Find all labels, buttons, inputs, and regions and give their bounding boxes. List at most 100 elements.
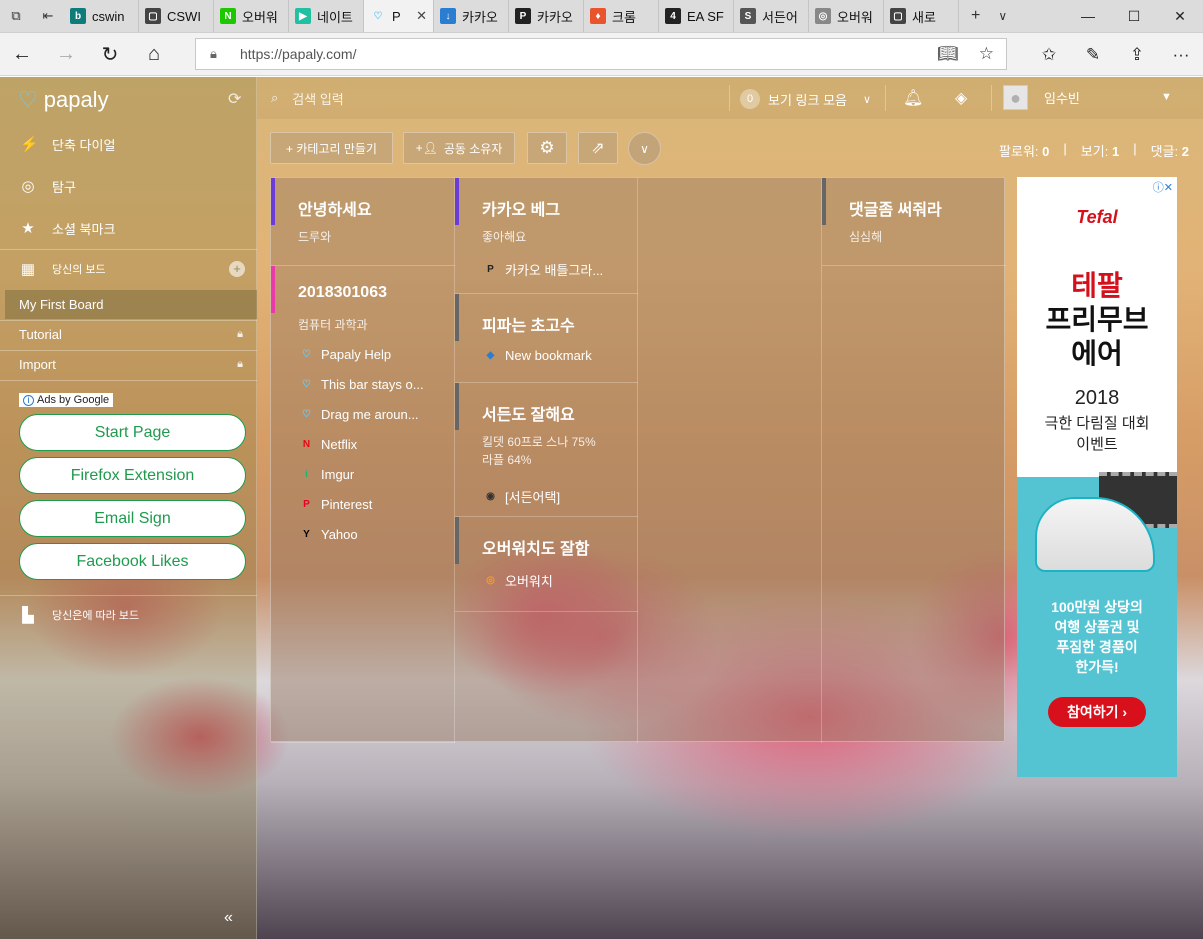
papaly-logo[interactable]: ♡ papaly xyxy=(18,87,109,113)
ad-link-button[interactable]: Start Page xyxy=(19,414,246,451)
category-title[interactable]: 피파는 초고수 xyxy=(482,312,575,336)
user-menu[interactable]: ● 임수빈 xyxy=(1003,85,1080,110)
ad-link-button[interactable]: Facebook Likes xyxy=(19,543,246,580)
bookmark-item[interactable]: i Imgur xyxy=(299,467,354,482)
favorite-star-icon[interactable]: ☆ xyxy=(979,44,994,64)
browser-tab[interactable]: ▢ CSWI xyxy=(139,0,214,32)
co-owner-button[interactable]: +👤︎ 공동 소유자 xyxy=(403,132,515,164)
bookmark-item[interactable]: ◆ New bookmark xyxy=(483,348,592,363)
tab-preview-icon[interactable]: ⧉ xyxy=(0,0,32,32)
chevron-down-icon[interactable]: ∨ xyxy=(998,9,1007,23)
search-input[interactable]: 검색 입력 xyxy=(292,89,343,108)
tab-label: cswin xyxy=(92,8,125,24)
bookmark-item[interactable]: P 카카오 배틀그라... xyxy=(483,260,603,279)
browser-tab[interactable]: ◎ 오버워 xyxy=(809,0,884,32)
category-title[interactable]: 서든도 잘해요 xyxy=(482,401,575,425)
following-boards[interactable]: ▙ 당신은에 따라 보드 xyxy=(0,595,257,635)
search-box[interactable]: ⌕ 검색 입력 xyxy=(257,89,344,108)
paint-bucket-icon[interactable]: ◈ xyxy=(955,88,967,108)
collapse-sidebar-icon[interactable]: « xyxy=(224,909,233,927)
bookmark-item[interactable]: ♡ Papaly Help xyxy=(299,347,391,362)
category-title[interactable]: 오버워치도 잘함 xyxy=(482,535,590,559)
sidebar-item[interactable]: ⚡ 단축 다이얼 xyxy=(0,123,257,165)
divider xyxy=(0,380,257,381)
category-c2[interactable]: 2018301063 컴퓨터 과학과 ♡ Papaly Help ♡ This bar s… xyxy=(271,266,455,743)
bookmark-item[interactable]: Y Yahoo xyxy=(299,527,357,542)
pen-icon[interactable]: ✎ xyxy=(1071,33,1115,76)
close-tab-icon[interactable]: ✕ xyxy=(416,8,427,24)
bookmark-item[interactable]: ◉ [서든어택] xyxy=(483,487,560,506)
tab-label: CSWI xyxy=(167,8,201,24)
board-item[interactable]: Tutorial 🔒︎ xyxy=(5,320,257,349)
tab-label: 카카오 xyxy=(537,9,573,25)
followers-stat: 팔로워: 0 xyxy=(999,144,1050,159)
browser-tab[interactable]: ▢ 새로 xyxy=(884,0,959,32)
bookmark-item[interactable]: ♡ This bar stays o... xyxy=(299,377,424,392)
new-tab-icon[interactable]: + xyxy=(971,7,980,25)
ad-link-button[interactable]: Email Sign xyxy=(19,500,246,537)
category-c3[interactable]: 카카오 베그 좋아해요 P 카카오 배틀그라... xyxy=(455,178,638,294)
bookmark-item[interactable]: P Pinterest xyxy=(299,497,372,512)
links-dropdown[interactable]: 0 보기 링크 모음 ∨ xyxy=(740,89,871,109)
close-icon[interactable]: ✕ xyxy=(1157,0,1203,32)
browser-tab[interactable]: b cswin xyxy=(64,0,139,32)
category-c6[interactable]: 오버워치도 잘함 ◎ 오버워치 xyxy=(455,517,638,612)
ads-by-google[interactable]: i Ads by Google xyxy=(19,393,114,407)
set-aside-tabs-icon[interactable]: ⇤ xyxy=(32,0,64,32)
more-options-button[interactable]: ∨ xyxy=(628,132,661,165)
browser-tab[interactable]: ♡ P ✕ xyxy=(364,0,434,32)
caret-down-icon[interactable]: ▼ xyxy=(1161,91,1172,103)
create-category-button[interactable]: + 카테고리 만들기 xyxy=(270,132,393,164)
browser-tab[interactable]: ▶ 네이트 xyxy=(289,0,364,32)
ad-cta-button[interactable]: 참여하기 › xyxy=(1048,697,1146,727)
divider xyxy=(885,85,886,111)
notification-bell-icon[interactable]: 🔔︎ xyxy=(903,88,923,108)
browser-tab[interactable]: N 오버워 xyxy=(214,0,289,32)
bookmark-item[interactable]: N Netflix xyxy=(299,437,357,452)
refresh-icon[interactable]: ↻ xyxy=(88,33,132,76)
bookmark-item[interactable]: ♡ Drag me aroun... xyxy=(299,407,419,422)
favorites-icon[interactable]: ✩ xyxy=(1027,33,1071,76)
board-item-label: Tutorial xyxy=(19,327,62,342)
board-item[interactable]: Import 🔒︎ xyxy=(5,350,257,379)
sync-icon[interactable]: ⟳ xyxy=(228,89,241,109)
category-title[interactable]: 2018301063 xyxy=(298,284,387,302)
share-icon[interactable]: ⇪ xyxy=(1115,33,1159,76)
maximize-icon[interactable]: ☐ xyxy=(1111,0,1157,32)
more-icon[interactable]: ··· xyxy=(1159,33,1203,76)
category-c1[interactable]: 안녕하세요 드루와 xyxy=(271,178,455,266)
category-title[interactable]: 댓글좀 써줘라 xyxy=(849,196,942,220)
browser-tab[interactable]: 4 EA SF xyxy=(659,0,734,32)
browser-tab[interactable]: P 카카오 xyxy=(509,0,584,32)
ad-info-icon[interactable]: ⓘ✕ xyxy=(1153,179,1173,195)
category-c7[interactable]: 댓글좀 써줘라 심심해 xyxy=(822,178,1006,266)
browser-tab[interactable]: ♦ 크롬 xyxy=(584,0,659,32)
category-title[interactable]: 카카오 베그 xyxy=(482,196,560,220)
ad-description: 100만원 상당의 여행 상품권 및 푸짐한 경품이 한가득! xyxy=(1051,599,1143,675)
reading-view-icon[interactable]: 📖︎ xyxy=(937,44,959,64)
address-bar[interactable]: 🔒︎ https://papaly.com/ 📖︎ ☆ xyxy=(195,38,1007,70)
share-board-button[interactable]: ⇗ xyxy=(578,132,618,164)
category-c4[interactable]: 피파는 초고수 ◆ New bookmark xyxy=(455,294,638,383)
sidebar-item[interactable]: ◎ 탐구 xyxy=(0,165,257,207)
add-board-icon[interactable]: + xyxy=(229,261,245,277)
sidebar-item[interactable]: ★ 소셜 북마크 xyxy=(0,207,257,249)
browser-tab[interactable]: ↓ 카카오 xyxy=(434,0,509,32)
settings-button[interactable]: ⚙ xyxy=(527,132,567,164)
tab-label: 크롬 xyxy=(612,9,636,25)
url-text[interactable]: https://papaly.com/ xyxy=(240,46,356,62)
board-item[interactable]: My First Board xyxy=(5,290,257,319)
ad-link-button[interactable]: Firefox Extension xyxy=(19,457,246,494)
home-icon[interactable]: ⌂ xyxy=(132,33,176,76)
forward-icon[interactable]: → xyxy=(44,33,88,76)
browser-tab[interactable]: S 서든어 xyxy=(734,0,809,32)
category-c5[interactable]: 서든도 잘해요 킬뎃 60프로 스나 75% 라플 64% ◉ [서든어택] xyxy=(455,383,638,517)
window-icon: ▢ xyxy=(890,8,906,24)
category-title[interactable]: 안녕하세요 xyxy=(298,196,372,220)
minimize-icon[interactable]: — xyxy=(1065,0,1111,32)
tefal-ad[interactable]: ⓘ✕ Tefal 테팔 프리무브 에어 2018 극한 다림질 대회 이벤트 1… xyxy=(1017,177,1177,777)
back-icon[interactable]: ← xyxy=(0,33,44,76)
sudden-attack-icon: ◉ xyxy=(486,491,495,502)
bookmark-item[interactable]: ◎ 오버워치 xyxy=(483,571,553,590)
papaly-icon: ♡ xyxy=(373,10,383,22)
